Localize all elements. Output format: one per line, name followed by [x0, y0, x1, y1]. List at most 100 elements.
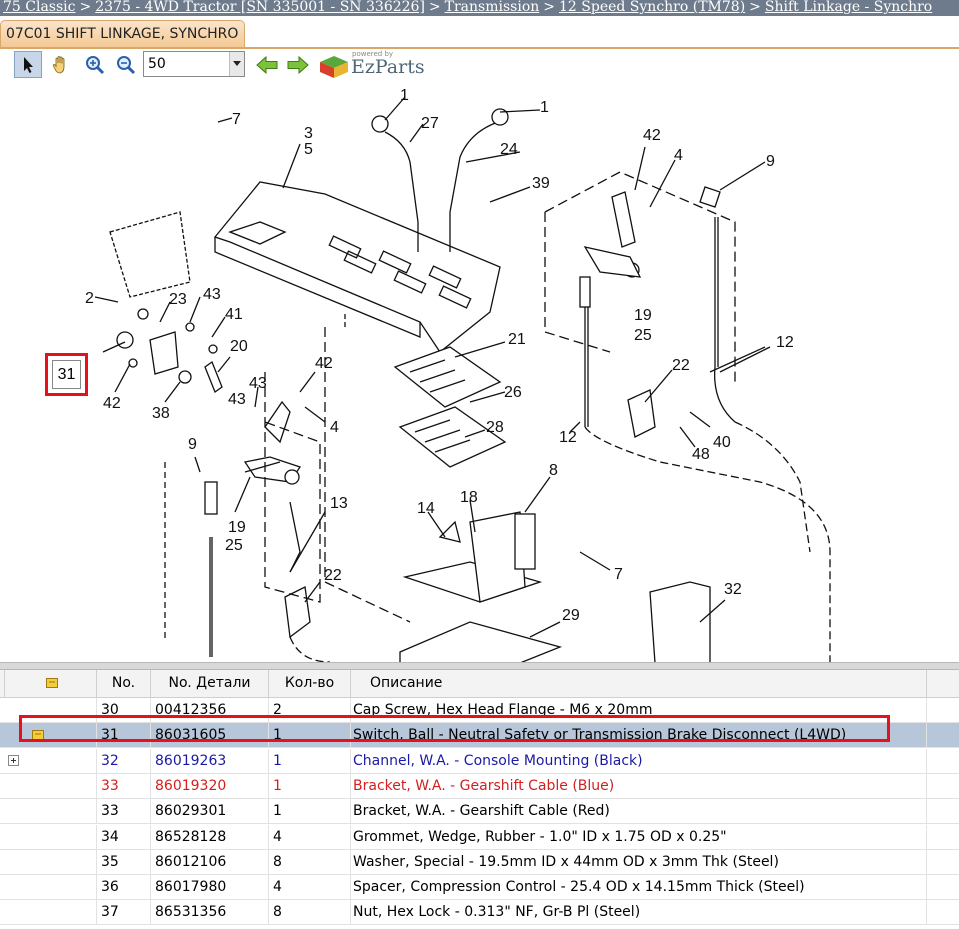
- callout-7[interactable]: 7: [614, 566, 623, 583]
- row-icon-cell: [5, 900, 97, 925]
- callout-5[interactable]: 5: [304, 141, 313, 158]
- cell-no: 36: [97, 875, 151, 900]
- header-no[interactable]: No.: [97, 670, 151, 697]
- callout-32[interactable]: 32: [724, 581, 742, 598]
- splitter[interactable]: [0, 662, 959, 670]
- callout-12[interactable]: 12: [559, 429, 577, 446]
- chevron-down-icon[interactable]: [229, 52, 244, 76]
- callout-27[interactable]: 27: [421, 115, 439, 132]
- cell-no: 34: [97, 824, 151, 849]
- callout-25[interactable]: 25: [634, 327, 652, 344]
- callout-28[interactable]: 28: [486, 419, 504, 436]
- callout-39[interactable]: 39: [532, 175, 550, 192]
- row-icon-cell: [5, 748, 97, 773]
- cell-desc: Grommet, Wedge, Rubber - 1.0" ID x 1.75 …: [351, 824, 927, 849]
- table-row[interactable]: 30 00412356 2 Cap Screw, Hex Head Flange - …: [0, 698, 959, 723]
- callout-40[interactable]: 40: [713, 434, 731, 451]
- header-icon-col[interactable]: [5, 670, 97, 697]
- cell-desc: Bracket, W.A. - Gearshift Cable (Red): [351, 799, 927, 824]
- table-row[interactable]: 36 86017980 4 Spacer, Compression Control -…: [0, 875, 959, 901]
- row-extra-cell: [927, 774, 959, 798]
- parts-diagram[interactable]: 7 3 5 1 27 1 24 39 42 4 9 2 23 43 41 20 42 38 43 42 4 43 19 25 2…: [0, 82, 959, 663]
- breadcrumb-item-synchro[interactable]: 12 Speed Synchro (TM78): [559, 0, 745, 15]
- callout-7[interactable]: 7: [232, 111, 241, 128]
- cell-desc: Cap Screw, Hex Head Flange - M6 x 20mm: [351, 698, 927, 722]
- row-extra-cell: [927, 875, 959, 899]
- cell-qty: 1: [269, 748, 351, 773]
- cell-desc: Spacer, Compression Control - 25.4 OD x …: [351, 875, 927, 900]
- callout-4[interactable]: 4: [330, 419, 339, 436]
- breadcrumb-item-tractor[interactable]: 2375 - 4WD Tractor [SN 335001 - SN 33622…: [95, 0, 425, 15]
- header-more[interactable]: M: [927, 670, 959, 697]
- callout-22[interactable]: 22: [672, 357, 690, 374]
- table-row[interactable]: 33 86029301 1 Bracket, W.A. - Gearshift Cab…: [0, 799, 959, 825]
- zoom-out-button[interactable]: [112, 51, 140, 78]
- callout-8[interactable]: 8: [549, 462, 558, 479]
- callout-4[interactable]: 4: [674, 147, 683, 164]
- table-row[interactable]: 35 86012106 8 Washer, Special - 19.5mm ID x…: [0, 849, 959, 875]
- callout-1[interactable]: 1: [540, 99, 549, 116]
- table-row[interactable]: 37 86531356 8 Nut, Hex Lock - 0.313" NF, Gr…: [0, 900, 959, 926]
- callout-19[interactable]: 19: [634, 307, 652, 324]
- callout-42[interactable]: 42: [643, 127, 661, 144]
- arrow-right-icon: [287, 55, 309, 74]
- callout-9[interactable]: 9: [188, 436, 197, 453]
- callout-25[interactable]: 25: [225, 537, 243, 554]
- row-icon-cell: [5, 849, 97, 874]
- highlighted-callout-box[interactable]: 31: [45, 353, 88, 396]
- breadcrumb-item-model[interactable]: 75 Classic: [3, 0, 76, 15]
- zoom-in-button[interactable]: [81, 51, 109, 78]
- callout-38[interactable]: 38: [152, 405, 170, 422]
- callout-26[interactable]: 26: [504, 384, 522, 401]
- table-row[interactable]: 33 86019320 1 Bracket, W.A. - Gearshift Cab…: [0, 773, 959, 799]
- callout-12[interactable]: 12: [776, 334, 794, 351]
- callout-13[interactable]: 13: [330, 495, 348, 512]
- callout-9[interactable]: 9: [766, 153, 775, 170]
- cell-part: 86012106: [151, 849, 269, 874]
- table-row[interactable]: 34 86528128 4 Grommet, Wedge, Rubber - 1.0"…: [0, 824, 959, 850]
- header-part-number[interactable]: No. Детали: [151, 670, 269, 697]
- callout-41[interactable]: 41: [225, 306, 243, 323]
- header-description[interactable]: Описание: [351, 670, 927, 697]
- header-quantity[interactable]: Кол-во: [269, 670, 351, 697]
- cell-part: 86528128: [151, 824, 269, 849]
- cell-no: 32: [97, 748, 151, 773]
- callout-2[interactable]: 2: [85, 290, 94, 307]
- callout-24[interactable]: 24: [500, 141, 518, 158]
- callout-42[interactable]: 42: [315, 355, 333, 372]
- pointer-tool-button[interactable]: [14, 51, 42, 78]
- callout-21[interactable]: 21: [508, 331, 526, 348]
- callout-18[interactable]: 18: [460, 489, 478, 506]
- zoom-level-select[interactable]: 50: [143, 51, 245, 77]
- callout-48[interactable]: 48: [692, 446, 710, 463]
- callout-29[interactable]: 29: [562, 607, 580, 624]
- breadcrumb-item-linkage[interactable]: Shift Linkage - Synchro: [765, 0, 932, 15]
- table-row[interactable]: 32 86019263 1 Channel, W.A. - Console Mount…: [0, 748, 959, 774]
- cell-qty: 1: [269, 773, 351, 798]
- callout-23[interactable]: 23: [169, 291, 187, 308]
- callout-14[interactable]: 14: [417, 500, 435, 517]
- breadcrumb-item-transmission[interactable]: Transmission: [445, 0, 540, 15]
- cell-desc: Nut, Hex Lock - 0.313" NF, Gr-B Pl (Stee…: [351, 900, 927, 925]
- callout-43[interactable]: 43: [228, 391, 246, 408]
- previous-button[interactable]: [253, 51, 281, 78]
- arrow-left-icon: [256, 55, 278, 74]
- cell-no: 33: [97, 799, 151, 824]
- callout-22[interactable]: 22: [324, 567, 342, 584]
- expand-icon[interactable]: [8, 754, 19, 766]
- pan-tool-button[interactable]: [47, 51, 75, 78]
- callout-19[interactable]: 19: [228, 519, 246, 536]
- callout-20[interactable]: 20: [230, 338, 248, 355]
- next-button[interactable]: [284, 51, 312, 78]
- zoom-level-value: 50: [148, 56, 166, 72]
- callout-43[interactable]: 43: [203, 286, 221, 303]
- callout-42[interactable]: 42: [103, 395, 121, 412]
- cell-qty: 4: [269, 824, 351, 849]
- cell-qty: 4: [269, 875, 351, 900]
- table-row[interactable]: 31 86031605 1 Switch, Ball - Neutral Safety…: [0, 723, 959, 749]
- cell-desc: Channel, W.A. - Console Mounting (Black): [351, 748, 927, 773]
- callout-43[interactable]: 43: [249, 375, 267, 392]
- callout-1[interactable]: 1: [400, 87, 409, 104]
- callout-3[interactable]: 3: [304, 125, 313, 142]
- tab-shift-linkage[interactable]: 07C01 SHIFT LINKAGE, SYNCHRO: [0, 20, 245, 47]
